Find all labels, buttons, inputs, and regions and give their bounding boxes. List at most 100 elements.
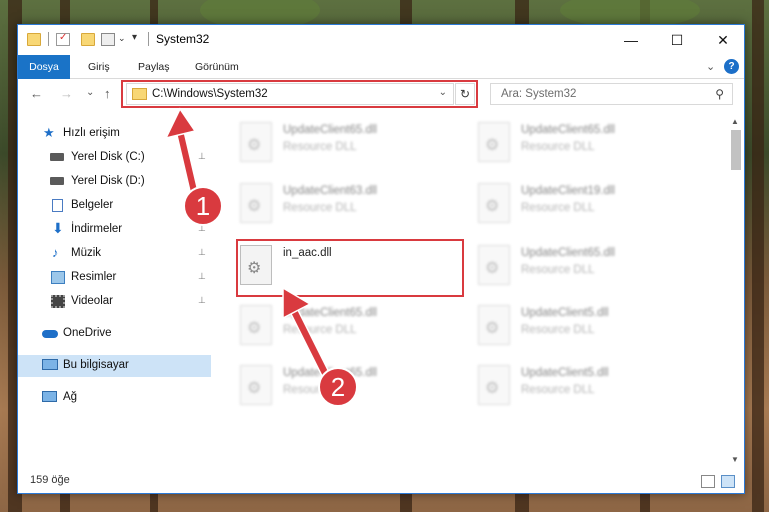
pin-icon: ⊥ — [198, 151, 206, 161]
help-icon[interactable]: ? — [724, 59, 739, 74]
file-item[interactable]: ⚙ UpdateClient65.dll Resource DLL — [476, 243, 701, 291]
file-name: UpdateClient5.dll — [521, 307, 609, 319]
file-item[interactable]: ⚙ UpdateClient65.dll Resource DLL — [238, 120, 463, 168]
search-icon[interactable]: ⚲ — [715, 87, 724, 101]
file-item[interactable]: ⚙ UpdateClient5.dll Resource DLL — [476, 303, 701, 351]
sidebar-item-label: Müzik — [71, 247, 102, 259]
status-bar: 159 öğe — [18, 470, 744, 494]
file-type: Resource DLL — [521, 324, 595, 336]
back-button[interactable]: ← — [30, 86, 43, 101]
sidebar-item-label: Videolar — [71, 295, 113, 307]
drive-icon — [50, 153, 64, 161]
tab-share[interactable]: Paylaş — [138, 55, 170, 79]
videos-icon — [51, 295, 65, 308]
file-name: UpdateClient5.dll — [521, 367, 609, 379]
callout-1-badge: 1 — [183, 186, 223, 226]
navigation-bar: ← → ⌄ ↑ C:\Windows\System32 ⌄ ↻ Ara: Sys… — [18, 80, 744, 110]
file-list: ⚙ UpdateClient65.dll Resource DLL ⚙ Upda… — [213, 115, 728, 467]
sidebar-item-local-disk-c[interactable]: Yerel Disk (C:) ⊥ — [18, 147, 211, 169]
dll-file-icon: ⚙ — [478, 365, 510, 405]
maximize-button[interactable]: ☐ — [654, 25, 700, 55]
sidebar-item-onedrive[interactable]: OneDrive — [18, 323, 211, 345]
computer-icon — [42, 359, 58, 370]
quick-access-customize-icon[interactable] — [101, 33, 115, 46]
window-title: System32 — [156, 32, 210, 46]
file-explorer-window: ✓ ⌄ ▾ System32 — ☐ ✕ Dosya Giriş Paylaş … — [17, 24, 745, 494]
sidebar-item-label: Ağ — [63, 391, 78, 403]
sidebar-item-this-pc[interactable]: Bu bilgisayar — [18, 355, 211, 377]
file-item-in-aac[interactable]: ⚙ in_aac.dll — [238, 243, 463, 291]
ribbon-tabs: Dosya Giriş Paylaş Görünüm ⌄ ? — [18, 55, 744, 79]
sidebar-item-videos[interactable]: Videolar ⊥ — [18, 291, 211, 313]
sidebar-item-label: Yerel Disk (C:) — [71, 151, 145, 163]
downloads-icon: ⬇ — [52, 220, 64, 236]
pin-icon: ⊥ — [198, 247, 206, 257]
file-item[interactable]: ⚙ UpdateClient65.dll Resource DLL — [238, 303, 463, 351]
recent-locations-button[interactable]: ⌄ — [86, 87, 94, 98]
scroll-thumb[interactable] — [731, 130, 741, 170]
dll-file-icon: ⚙ — [240, 122, 272, 162]
refresh-button[interactable]: ↻ — [455, 83, 475, 105]
search-input[interactable]: Ara: System32 ⚲ — [490, 83, 733, 105]
item-count: 159 öğe — [30, 474, 70, 486]
details-view-icon[interactable] — [701, 475, 715, 488]
sidebar-item-quick-access[interactable]: ★ Hızlı erişim — [18, 123, 211, 145]
file-type: Resource DLL — [521, 141, 595, 153]
file-name: UpdateClient19.dll — [521, 185, 615, 197]
file-item[interactable]: ⚙ UpdateClient65.dll Resource DLL — [476, 120, 701, 168]
sidebar-item-label: OneDrive — [63, 327, 112, 339]
file-type: Resource DLL — [283, 202, 357, 214]
dll-file-icon: ⚙ — [478, 305, 510, 345]
tab-view[interactable]: Görünüm — [195, 55, 239, 79]
file-item[interactable]: ⚙ UpdateClient5.dll Resource DLL — [476, 363, 701, 411]
new-folder-icon[interactable] — [81, 33, 95, 46]
dropdown-arrow-icon[interactable]: ▾ — [132, 32, 146, 45]
file-name: UpdateClient63.dll — [283, 185, 377, 197]
address-path[interactable]: C:\Windows\System32 — [152, 88, 268, 100]
scroll-up-icon[interactable]: ▲ — [731, 117, 739, 126]
sidebar-item-pictures[interactable]: Resimler ⊥ — [18, 267, 211, 289]
sidebar-item-label: Resimler — [71, 271, 117, 283]
file-name: UpdateClient65.dll — [283, 124, 377, 136]
file-name: UpdateClient65.dll — [521, 124, 615, 136]
file-type: Resource DLL — [283, 141, 357, 153]
chevron-down-icon[interactable]: ⌄ — [118, 33, 132, 46]
tab-file[interactable]: Dosya — [18, 55, 70, 79]
file-type: Resource DLL — [521, 384, 595, 396]
large-icons-view-icon[interactable] — [721, 475, 735, 488]
dll-file-icon: ⚙ — [240, 365, 272, 405]
sidebar-item-network[interactable]: Ağ — [18, 387, 211, 409]
sidebar-item-music[interactable]: ♪ Müzik ⊥ — [18, 243, 211, 265]
dll-file-icon: ⚙ — [240, 245, 272, 285]
documents-icon — [52, 199, 63, 212]
file-type: Resource DLL — [283, 324, 357, 336]
sidebar-item-label: İndirmeler — [71, 223, 123, 235]
sidebar-item-label: Bu bilgisayar — [63, 359, 129, 371]
minimize-button[interactable]: — — [608, 25, 654, 55]
file-name: UpdateClient65.dll — [283, 307, 377, 319]
tab-home[interactable]: Giriş — [88, 55, 110, 79]
address-bar[interactable]: C:\Windows\System32 ⌄ — [126, 83, 454, 105]
file-item[interactable]: ⚙ UpdateClient63.dll Resource DLL — [238, 181, 463, 229]
file-item[interactable]: ⚙ UpdateClient19.dll Resource DLL — [476, 181, 701, 229]
cloud-icon — [42, 330, 58, 338]
title-bar: ✓ ⌄ ▾ System32 — ☐ ✕ — [18, 25, 744, 55]
sidebar-item-downloads[interactable]: ⬇ İndirmeler ⊥ — [18, 219, 211, 241]
scroll-down-icon[interactable]: ▼ — [731, 455, 739, 464]
file-name: UpdateClient65.dll — [521, 247, 615, 259]
forward-button[interactable]: → — [60, 86, 73, 101]
sidebar-item-local-disk-d[interactable]: Yerel Disk (D:) — [18, 171, 211, 193]
file-type: Resource DLL — [521, 202, 595, 214]
properties-icon[interactable]: ✓ — [56, 32, 70, 46]
chevron-down-icon[interactable]: ⌄ — [439, 87, 447, 98]
music-icon: ♪ — [52, 245, 59, 260]
up-button[interactable]: ↑ — [104, 86, 111, 101]
dll-file-icon: ⚙ — [240, 305, 272, 345]
dll-file-icon: ⚙ — [478, 245, 510, 285]
ribbon-collapse-icon[interactable]: ⌄ — [706, 60, 715, 73]
dll-file-icon: ⚙ — [240, 183, 272, 223]
network-icon — [42, 391, 57, 402]
dll-file-icon: ⚙ — [478, 183, 510, 223]
vertical-scrollbar[interactable]: ▲ ▼ — [728, 115, 744, 467]
close-button[interactable]: ✕ — [700, 25, 746, 55]
